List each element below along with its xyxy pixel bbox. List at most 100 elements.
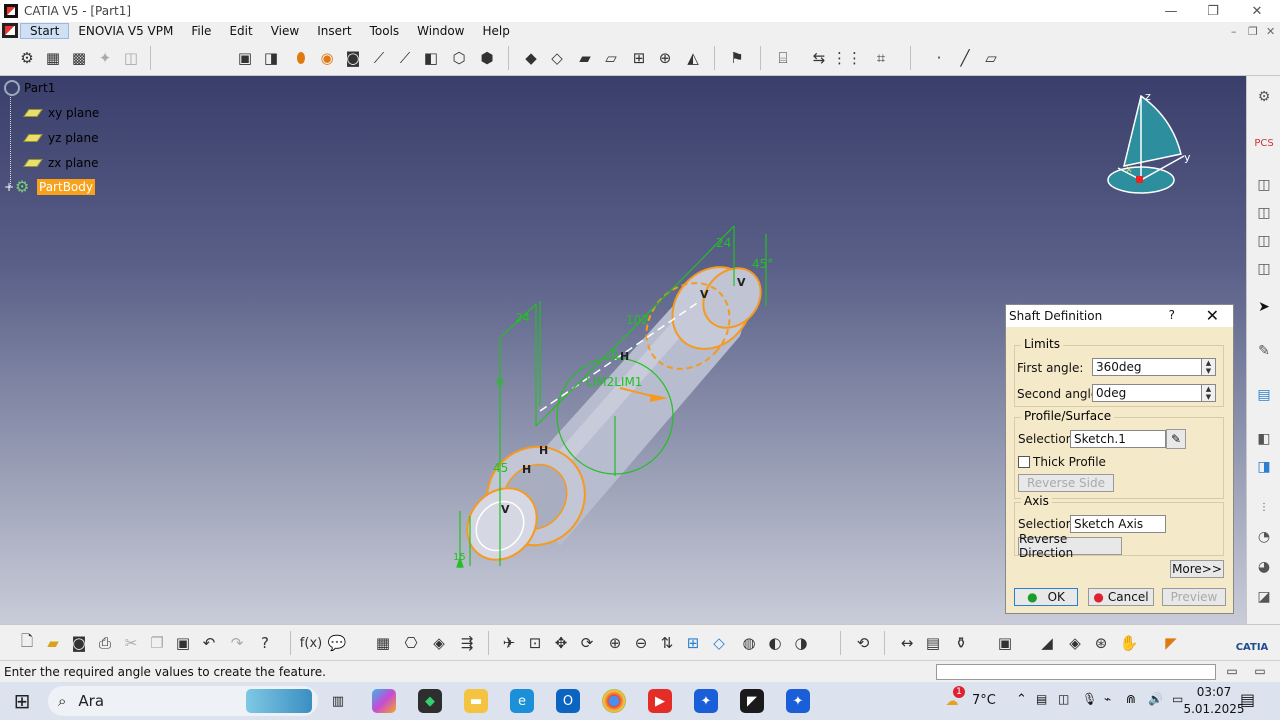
- sketch-icon[interactable]: ✎: [1253, 340, 1275, 362]
- dimension-9[interactable]: 9: [496, 376, 504, 390]
- windows-start-icon[interactable]: ⊞: [10, 689, 34, 713]
- mdi-close-button[interactable]: ✕: [1266, 25, 1275, 38]
- more-button[interactable]: More>>: [1170, 560, 1224, 578]
- undo-icon[interactable]: ↶: [198, 632, 220, 654]
- swap-visible-icon[interactable]: ◑: [790, 632, 812, 654]
- shading-icon[interactable]: ◍: [738, 632, 760, 654]
- tool-icon[interactable]: ⋮: [1253, 496, 1275, 518]
- fly-icon[interactable]: ✈: [498, 632, 520, 654]
- tool-icon[interactable]: ◔: [1253, 526, 1275, 548]
- catia-menu-logo-icon[interactable]: [2, 23, 18, 38]
- clock-time[interactable]: 03:07: [1184, 685, 1244, 699]
- menu-enovia[interactable]: ENOVIA V5 VPM: [69, 24, 182, 38]
- menu-insert[interactable]: Insert: [308, 24, 360, 38]
- sketch-edit-icon[interactable]: ✎: [1166, 429, 1186, 449]
- command-input[interactable]: [936, 664, 1216, 680]
- tray-icon[interactable]: ⌁: [1104, 692, 1111, 706]
- search-highlight-icon[interactable]: [246, 689, 312, 713]
- exit-icon[interactable]: ▭: [1250, 661, 1270, 681]
- reverse-direction-button[interactable]: Reverse Direction: [1018, 532, 1122, 560]
- measure-item-icon[interactable]: ▤: [922, 632, 944, 654]
- sketch-analysis-icon[interactable]: ◫: [120, 47, 142, 69]
- redo-icon[interactable]: ↷: [226, 632, 248, 654]
- point-icon[interactable]: ·: [928, 47, 950, 69]
- tool-icon[interactable]: ◧: [1253, 428, 1275, 450]
- comment-icon[interactable]: 💬: [326, 632, 348, 654]
- pan-icon[interactable]: ✥: [550, 632, 572, 654]
- menu-view[interactable]: View: [262, 24, 308, 38]
- copilot-icon[interactable]: [372, 689, 396, 713]
- edge-fillet-icon[interactable]: ◆: [520, 47, 542, 69]
- remove-face-icon[interactable]: ◭: [682, 47, 704, 69]
- notification-icon[interactable]: ▤: [1240, 690, 1255, 709]
- thick-profile-checkbox[interactable]: [1018, 456, 1030, 468]
- save-icon[interactable]: ◙: [68, 632, 90, 654]
- select-arrow-icon[interactable]: ➤: [1253, 296, 1275, 318]
- edge-icon[interactable]: e: [510, 689, 534, 713]
- tool-icon[interactable]: ◫: [1253, 230, 1275, 252]
- zoom-in-icon[interactable]: ⊕: [604, 632, 626, 654]
- render-icon[interactable]: ◈: [1064, 632, 1086, 654]
- app-icon-3[interactable]: ✦: [786, 689, 810, 713]
- whats-this-icon[interactable]: ?: [254, 632, 276, 654]
- tool-icon[interactable]: ◨: [1253, 456, 1275, 478]
- slot-icon[interactable]: ⟋: [394, 47, 416, 69]
- layers-icon[interactable]: ▤: [1253, 384, 1275, 406]
- menu-window[interactable]: Window: [408, 24, 473, 38]
- settings-gear-icon[interactable]: ⚙: [1253, 86, 1275, 108]
- measure-icon[interactable]: ⌸: [772, 47, 794, 69]
- shaft-icon[interactable]: ⬮: [290, 47, 312, 69]
- dimension-24-left[interactable]: 24: [515, 311, 530, 325]
- dialog-close-button[interactable]: ✕: [1206, 306, 1219, 325]
- zoom-out-icon[interactable]: ⊖: [630, 632, 652, 654]
- ok-button[interactable]: ● OK: [1014, 588, 1078, 606]
- dimension-102[interactable]: 102: [626, 313, 649, 327]
- thread-icon[interactable]: ⊕: [654, 47, 676, 69]
- chamfer-icon[interactable]: ◇: [546, 47, 568, 69]
- multi-section-solid-icon[interactable]: ⬡: [448, 47, 470, 69]
- minimize-button[interactable]: —: [1150, 0, 1192, 22]
- pocket-icon[interactable]: ◨: [260, 47, 282, 69]
- plane-icon[interactable]: ▱: [980, 47, 1002, 69]
- app-icon-2[interactable]: ✦: [694, 689, 718, 713]
- tool-icon[interactable]: ◫: [1253, 174, 1275, 196]
- measure-inertia-icon[interactable]: ⚱: [950, 632, 972, 654]
- formula-icon[interactable]: f(x): [300, 632, 322, 654]
- tool-icon[interactable]: ◫: [1253, 202, 1275, 224]
- camera-icon[interactable]: ▣: [994, 632, 1016, 654]
- close-button[interactable]: ✕: [1236, 0, 1278, 22]
- wifi-icon[interactable]: ⋒: [1126, 692, 1136, 706]
- shell-icon[interactable]: ▱: [600, 47, 622, 69]
- print-icon[interactable]: ⎙: [94, 632, 116, 654]
- sketcher-icon[interactable]: ⚙: [16, 47, 38, 69]
- catia-taskbar-icon[interactable]: ◤: [740, 689, 764, 713]
- reverse-side-button[interactable]: Reverse Side: [1018, 474, 1114, 492]
- microphone-icon[interactable]: 🎙: [1082, 692, 1097, 706]
- apply-material-icon[interactable]: ⚑: [726, 47, 748, 69]
- tray-chevron-icon[interactable]: ⌃: [1016, 692, 1027, 707]
- app-icon[interactable]: ◆: [418, 689, 442, 713]
- dimension-24-top[interactable]: 24: [716, 236, 731, 250]
- menu-file[interactable]: File: [182, 24, 220, 38]
- axis-selection-input[interactable]: Sketch Axis: [1070, 515, 1166, 533]
- menu-tools[interactable]: Tools: [361, 24, 409, 38]
- copy-icon[interactable]: ❐: [146, 632, 168, 654]
- rectangular-pattern-icon[interactable]: ⋮⋮: [832, 47, 862, 69]
- dimension-0[interactable]: 0: [611, 348, 619, 362]
- translate-icon[interactable]: ⇆: [808, 47, 830, 69]
- thickness-icon[interactable]: ⊞: [628, 47, 650, 69]
- outlook-icon[interactable]: O: [556, 689, 580, 713]
- open-icon[interactable]: ▰: [42, 632, 64, 654]
- tool-icon[interactable]: ◪: [1253, 586, 1275, 608]
- tool-icon[interactable]: ◫: [1253, 258, 1275, 280]
- law-icon[interactable]: ◈: [428, 632, 450, 654]
- stiffener-icon[interactable]: ◧: [420, 47, 442, 69]
- cancel-button[interactable]: ● Cancel: [1088, 588, 1154, 606]
- scene-icon[interactable]: ⊛: [1090, 632, 1112, 654]
- cut-icon[interactable]: ✂: [120, 632, 142, 654]
- line-icon[interactable]: ╱: [954, 47, 976, 69]
- tray-icon[interactable]: ▤: [1036, 692, 1047, 706]
- update-icon[interactable]: ⟲: [852, 632, 874, 654]
- paste-icon[interactable]: ▣: [172, 632, 194, 654]
- new-icon[interactable]: 🗋: [16, 632, 38, 654]
